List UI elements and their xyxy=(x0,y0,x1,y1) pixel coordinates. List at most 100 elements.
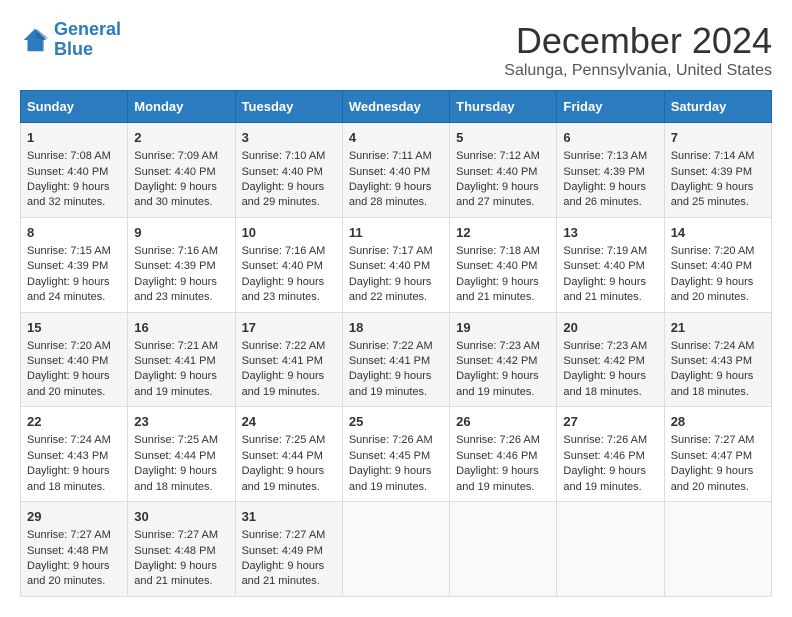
daylight-text: Daylight: 9 hours and 19 minutes. xyxy=(349,465,432,492)
sunset-text: Sunset: 4:39 PM xyxy=(134,260,215,272)
sunset-text: Sunset: 4:40 PM xyxy=(671,260,752,272)
day-number: 2 xyxy=(134,129,228,147)
sunrise-text: Sunrise: 7:27 AM xyxy=(27,529,111,541)
sunrise-text: Sunrise: 7:16 AM xyxy=(242,245,326,257)
daylight-text: Daylight: 9 hours and 21 minutes. xyxy=(563,276,646,303)
calendar-cell: 10Sunrise: 7:16 AMSunset: 4:40 PMDayligh… xyxy=(235,217,342,312)
day-number: 18 xyxy=(349,319,443,337)
daylight-text: Daylight: 9 hours and 27 minutes. xyxy=(456,181,539,208)
calendar-body: 1 Sunrise: 7:08 AM Sunset: 4:40 PM Daylight… xyxy=(21,123,772,597)
location-title: Salunga, Pennsylvania, United States xyxy=(504,62,772,80)
daylight-text: Daylight: 9 hours and 20 minutes. xyxy=(671,276,754,303)
calendar-cell: 9Sunrise: 7:16 AMSunset: 4:39 PMDaylight… xyxy=(128,217,235,312)
daylight-text: Daylight: 9 hours and 25 minutes. xyxy=(671,181,754,208)
sunrise-text: Sunrise: 7:24 AM xyxy=(27,434,111,446)
day-header-tuesday: Tuesday xyxy=(235,91,342,123)
calendar-cell: 30Sunrise: 7:27 AMSunset: 4:48 PMDayligh… xyxy=(128,502,235,597)
daylight-text: Daylight: 9 hours and 18 minutes. xyxy=(671,370,754,397)
day-number: 7 xyxy=(671,129,765,147)
day-number: 31 xyxy=(242,508,336,526)
daylight-text: Daylight: 9 hours and 22 minutes. xyxy=(349,276,432,303)
day-number: 1 xyxy=(27,129,121,147)
calendar-cell: 24Sunrise: 7:25 AMSunset: 4:44 PMDayligh… xyxy=(235,407,342,502)
daylight-text: Daylight: 9 hours and 32 minutes. xyxy=(27,181,110,208)
sunset-text: Sunset: 4:40 PM xyxy=(456,166,537,178)
sunrise-text: Sunrise: 7:20 AM xyxy=(27,340,111,352)
sunset-text: Sunset: 4:39 PM xyxy=(671,166,752,178)
sunset-text: Sunset: 4:49 PM xyxy=(242,545,323,557)
calendar-cell: 25 Sunrise: 7:26 AM Sunset: 4:45 PM Dayligh… xyxy=(342,407,449,502)
day-number: 6 xyxy=(563,129,657,147)
daylight-text: Daylight: 9 hours and 20 minutes. xyxy=(27,370,110,397)
sunrise-text: Sunrise: 7:12 AM xyxy=(456,150,540,162)
daylight-text: Daylight: 9 hours and 26 minutes. xyxy=(563,181,646,208)
sunset-text: Sunset: 4:46 PM xyxy=(563,450,644,462)
calendar-cell: 27Sunrise: 7:26 AMSunset: 4:46 PMDayligh… xyxy=(557,407,664,502)
daylight-text: Daylight: 9 hours and 19 minutes. xyxy=(456,370,539,397)
calendar-cell: 23Sunrise: 7:25 AMSunset: 4:44 PMDayligh… xyxy=(128,407,235,502)
day-number: 13 xyxy=(563,224,657,242)
day-number: 23 xyxy=(134,413,228,431)
sunset-text: Sunset: 4:41 PM xyxy=(242,355,323,367)
calendar-cell: 12Sunrise: 7:18 AMSunset: 4:40 PMDayligh… xyxy=(450,217,557,312)
calendar-cell: 4Sunrise: 7:11 AMSunset: 4:40 PMDaylight… xyxy=(342,123,449,218)
daylight-text: Daylight: 9 hours and 19 minutes. xyxy=(134,370,217,397)
day-number: 9 xyxy=(134,224,228,242)
sunrise-text: Sunrise: 7:26 AM xyxy=(456,434,540,446)
calendar-week-row: 15 Sunrise: 7:20 AM Sunset: 4:40 PM Dayligh… xyxy=(21,312,772,407)
daylight-text: Daylight: 9 hours and 21 minutes. xyxy=(134,560,217,587)
sunset-text: Sunset: 4:45 PM xyxy=(349,450,430,462)
calendar-cell: 15 Sunrise: 7:20 AM Sunset: 4:40 PM Dayligh… xyxy=(21,312,128,407)
day-header-sunday: Sunday xyxy=(21,91,128,123)
day-header-monday: Monday xyxy=(128,91,235,123)
calendar-cell: 8Sunrise: 7:15 AMSunset: 4:39 PMDaylight… xyxy=(21,217,128,312)
sunrise-text: Sunrise: 7:24 AM xyxy=(671,340,755,352)
sunset-text: Sunset: 4:43 PM xyxy=(27,450,108,462)
calendar-cell: 28Sunrise: 7:27 AMSunset: 4:47 PMDayligh… xyxy=(664,407,771,502)
day-number: 29 xyxy=(27,508,121,526)
daylight-text: Daylight: 9 hours and 19 minutes. xyxy=(242,465,325,492)
calendar-cell: 22Sunrise: 7:24 AMSunset: 4:43 PMDayligh… xyxy=(21,407,128,502)
calendar-week-row: 22 Sunrise: 7:24 AM Sunset: 4:43 PM Dayligh… xyxy=(21,407,772,502)
day-number: 15 xyxy=(27,319,121,337)
sunrise-text: Sunrise: 7:13 AM xyxy=(563,150,647,162)
day-number: 25 xyxy=(349,413,443,431)
calendar-cell xyxy=(557,502,664,597)
calendar-cell xyxy=(450,502,557,597)
day-number: 22 xyxy=(27,413,121,431)
calendar-cell: 21Sunrise: 7:24 AMSunset: 4:43 PMDayligh… xyxy=(664,312,771,407)
sunrise-text: Sunrise: 7:26 AM xyxy=(349,434,433,446)
sunrise-text: Sunrise: 7:11 AM xyxy=(349,150,432,162)
daylight-text: Daylight: 9 hours and 29 minutes. xyxy=(242,181,325,208)
sunset-text: Sunset: 4:40 PM xyxy=(242,260,323,272)
calendar-cell: 1Sunrise: 7:08 AMSunset: 4:40 PMDaylight… xyxy=(21,123,128,218)
day-header-saturday: Saturday xyxy=(664,91,771,123)
sunset-text: Sunset: 4:48 PM xyxy=(134,545,215,557)
daylight-text: Daylight: 9 hours and 21 minutes. xyxy=(456,276,539,303)
daylight-text: Daylight: 9 hours and 18 minutes. xyxy=(134,465,217,492)
calendar-cell: 6 Sunrise: 7:13 AM Sunset: 4:39 PM Daylight… xyxy=(557,123,664,218)
sunrise-text: Sunrise: 7:08 AM xyxy=(27,150,111,162)
calendar-cell: 5Sunrise: 7:12 AMSunset: 4:40 PMDaylight… xyxy=(450,123,557,218)
calendar-cell: 14Sunrise: 7:20 AMSunset: 4:40 PMDayligh… xyxy=(664,217,771,312)
calendar-cell: 20Sunrise: 7:23 AMSunset: 4:42 PMDayligh… xyxy=(557,312,664,407)
calendar-cell: 29Sunrise: 7:27 AMSunset: 4:48 PMDayligh… xyxy=(21,502,128,597)
calendar-cell: 2Sunrise: 7:09 AMSunset: 4:40 PMDaylight… xyxy=(128,123,235,218)
header: General Blue December 2024 Salunga, Penn… xyxy=(20,20,772,80)
sunrise-text: Sunrise: 7:22 AM xyxy=(242,340,326,352)
day-number: 11 xyxy=(349,224,443,242)
day-number: 12 xyxy=(456,224,550,242)
calendar-cell: 3Sunrise: 7:10 AMSunset: 4:40 PMDaylight… xyxy=(235,123,342,218)
calendar-cell: 18Sunrise: 7:22 AMSunset: 4:41 PMDayligh… xyxy=(342,312,449,407)
daylight-text: Daylight: 9 hours and 20 minutes. xyxy=(671,465,754,492)
sunset-text: Sunset: 4:39 PM xyxy=(563,166,644,178)
sunset-text: Sunset: 4:40 PM xyxy=(27,355,108,367)
sunset-text: Sunset: 4:41 PM xyxy=(349,355,430,367)
sunset-text: Sunset: 4:40 PM xyxy=(349,260,430,272)
sunset-text: Sunset: 4:43 PM xyxy=(671,355,752,367)
sunrise-text: Sunrise: 7:09 AM xyxy=(134,150,218,162)
sunrise-text: Sunrise: 7:19 AM xyxy=(563,245,647,257)
day-number: 28 xyxy=(671,413,765,431)
calendar-table: SundayMondayTuesdayWednesdayThursdayFrid… xyxy=(20,90,772,597)
sunset-text: Sunset: 4:46 PM xyxy=(456,450,537,462)
